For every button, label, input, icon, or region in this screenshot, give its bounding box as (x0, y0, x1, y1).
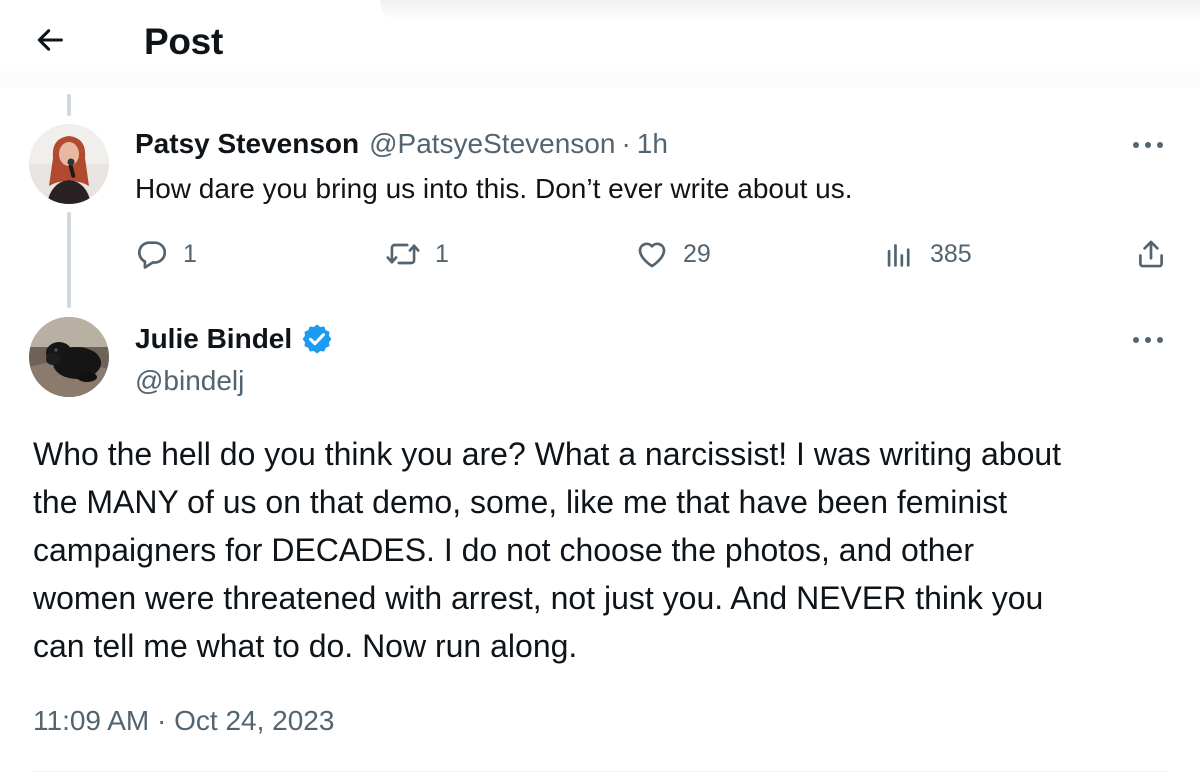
top-bar: Post (0, 0, 1200, 88)
header-shadow (380, 0, 1200, 22)
like-count: 29 (683, 239, 711, 268)
analytics-icon (882, 237, 916, 271)
reply-count: 1 (183, 239, 197, 268)
repost-count: 1 (435, 239, 449, 268)
views-button[interactable]: 385 (882, 234, 972, 274)
more-icon (1132, 136, 1164, 154)
back-button[interactable] (26, 22, 74, 62)
thread-line (67, 212, 71, 308)
author-handle[interactable]: @PatsyeStevenson (369, 127, 615, 161)
post-timestamp[interactable]: 11:09 AM · Oct 24, 2023 (33, 701, 334, 741)
divider (33, 771, 1168, 772)
share-button[interactable] (1134, 234, 1168, 274)
page-title: Post (144, 21, 223, 62)
heart-icon (635, 237, 669, 271)
author-name[interactable]: Julie Bindel (135, 322, 292, 356)
reply-button[interactable]: 1 (135, 234, 197, 274)
reply-author-row: Patsy Stevenson @PatsyeStevenson · 1h (135, 127, 668, 161)
more-icon (1132, 331, 1164, 349)
comment-icon (135, 237, 169, 271)
author-name[interactable]: Patsy Stevenson (135, 127, 359, 161)
share-icon (1134, 237, 1168, 271)
repost-button[interactable]: 1 (385, 234, 449, 274)
avatar-julie-bindel[interactable] (29, 317, 109, 397)
arrow-left-icon (33, 23, 67, 62)
author-handle[interactable]: @bindelj (135, 364, 244, 398)
post-text: Who the hell do you think you are? What … (33, 436, 1062, 664)
more-options-button[interactable] (1126, 130, 1170, 160)
like-button[interactable]: 29 (635, 234, 711, 274)
separator-dot: · (621, 128, 631, 159)
avatar-patsy-stevenson[interactable] (29, 124, 109, 204)
verified-badge-icon[interactable] (300, 322, 334, 356)
thread-line-top (67, 94, 71, 116)
reply-text: How dare you bring us into this. Don’t e… (135, 173, 853, 204)
post-time[interactable]: 1h (637, 127, 668, 161)
repost-icon (385, 237, 421, 271)
main-author-row: Julie Bindel (135, 322, 334, 356)
more-options-button[interactable] (1126, 325, 1170, 355)
view-count: 385 (930, 239, 972, 268)
